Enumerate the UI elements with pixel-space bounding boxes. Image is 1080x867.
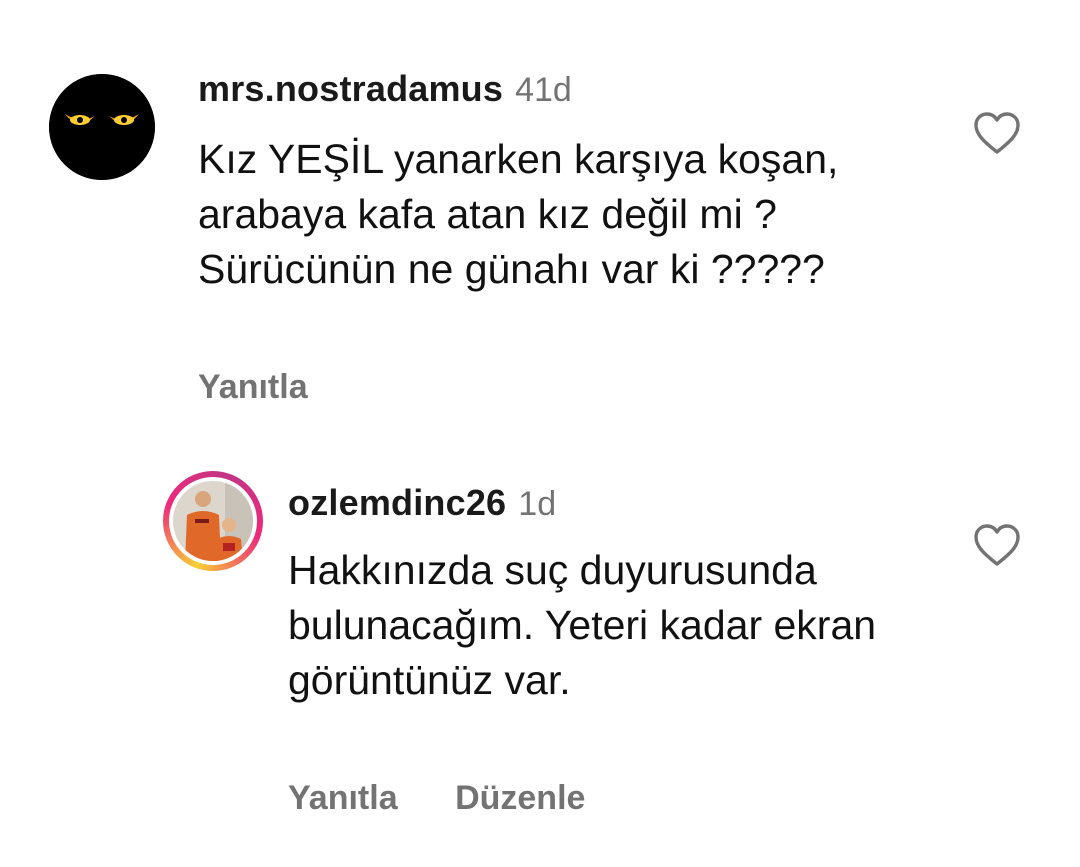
- timestamp: 41d: [515, 71, 572, 109]
- heart-icon[interactable]: [973, 111, 1021, 155]
- comment-actions: Yanıtla Düzenle: [288, 779, 633, 818]
- reply-item: ozlemdinc26 1d Hakkınızda suç duyurusunda…: [0, 440, 1080, 867]
- comment-item: mrs.nostradamus 41d Kız YEŞİL yanarken ka…: [0, 0, 1080, 440]
- comment-header: mrs.nostradamus 41d: [198, 68, 572, 110]
- avatar: [173, 481, 253, 561]
- comment-text: Hakkınızda suç duyurusunda bulunacağım. …: [288, 547, 877, 703]
- heart-icon[interactable]: [973, 523, 1021, 567]
- story-ring[interactable]: [163, 471, 263, 571]
- timestamp: 1d: [518, 485, 557, 523]
- comment-text: Kız YEŞİL yanarken karşıya koşan, arabay…: [198, 136, 839, 292]
- photo-avatar-icon: [173, 481, 253, 561]
- reply-button[interactable]: Yanıtla: [288, 779, 398, 817]
- edit-button[interactable]: Düzenle: [455, 779, 585, 817]
- username[interactable]: ozlemdinc26: [288, 482, 506, 523]
- avatar[interactable]: [49, 74, 155, 180]
- dark-eyes-icon: [49, 74, 155, 180]
- reply-button[interactable]: Yanıtla: [198, 368, 308, 406]
- username[interactable]: mrs.nostradamus: [198, 68, 503, 109]
- comment-header: ozlemdinc26 1d: [288, 482, 556, 524]
- comment-actions: Yanıtla: [198, 368, 356, 407]
